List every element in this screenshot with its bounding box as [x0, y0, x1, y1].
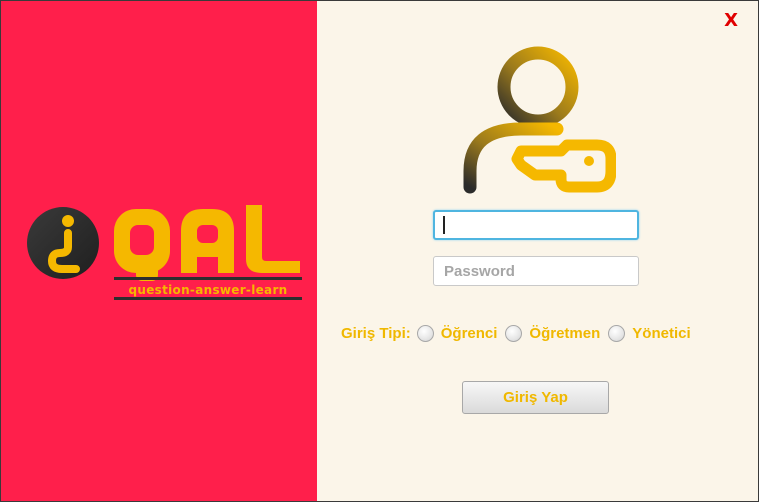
- login-type-label: Giriş Tipi:: [341, 324, 411, 342]
- close-icon[interactable]: X: [724, 11, 738, 31]
- radio-label: Yönetici: [632, 324, 691, 342]
- radio-label: Öğrenci: [440, 324, 498, 342]
- radio-label: Öğretmen: [529, 324, 601, 342]
- radio-circle[interactable]: [416, 324, 434, 342]
- logo-letters: [114, 205, 300, 281]
- text-caret: [443, 216, 445, 234]
- user-key-icon: [463, 46, 616, 194]
- login-window: question-answer-learn X Giriş Tipi: Öğre…: [0, 0, 759, 502]
- login-button[interactable]: Giriş Yap: [462, 381, 609, 414]
- inverted-question-mark-icon: [27, 207, 99, 279]
- radio-yonetici[interactable]: Yönetici: [608, 324, 691, 342]
- qal-logo: question-answer-learn: [27, 205, 302, 300]
- logo-tagline: question-answer-learn: [128, 283, 287, 297]
- username-input[interactable]: [433, 210, 639, 240]
- radio-circle[interactable]: [608, 324, 626, 342]
- radio-ogretmen[interactable]: Öğretmen: [505, 324, 601, 342]
- brand-panel: question-answer-learn: [1, 1, 317, 501]
- password-input[interactable]: [433, 256, 639, 286]
- radio-circle[interactable]: [505, 324, 523, 342]
- login-type-group: Giriş Tipi: Öğrenci Öğretmen Yönetici: [341, 321, 699, 345]
- radio-ogrenci[interactable]: Öğrenci: [416, 324, 498, 342]
